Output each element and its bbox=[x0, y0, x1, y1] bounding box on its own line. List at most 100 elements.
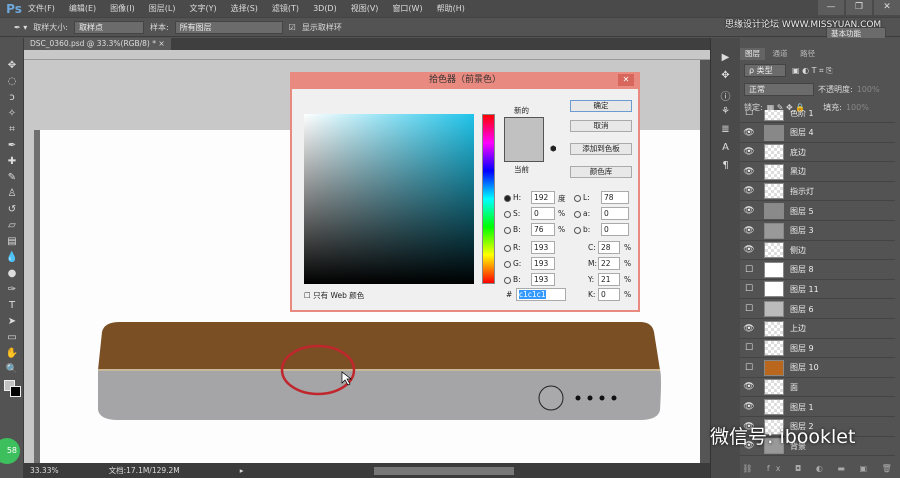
paragraph-icon[interactable]: ¶ bbox=[711, 160, 740, 178]
eye-icon[interactable]: 👁 bbox=[740, 186, 758, 196]
eye-icon[interactable]: 👁 bbox=[740, 324, 758, 334]
field-K-input[interactable]: 0 bbox=[598, 288, 620, 301]
visibility-box[interactable]: ☐ bbox=[740, 284, 758, 294]
eye-icon[interactable]: 👁 bbox=[740, 226, 758, 236]
adjust-icon[interactable]: ✥ bbox=[711, 70, 740, 88]
field-G-radio[interactable]: G: bbox=[504, 259, 521, 268]
history-brush-icon[interactable]: ↺ bbox=[0, 202, 24, 218]
field-R-input[interactable]: 193 bbox=[531, 241, 555, 254]
field-G-input[interactable]: 193 bbox=[531, 257, 555, 270]
crop-tool-icon[interactable]: ⌗ bbox=[0, 122, 24, 138]
blur-tool-icon[interactable]: 💧 bbox=[0, 250, 24, 266]
stamp-tool-icon[interactable]: ♙ bbox=[0, 186, 24, 202]
layer-row[interactable]: 👁 指示灯 bbox=[740, 182, 895, 202]
brush-presets-icon[interactable]: ⚘ bbox=[711, 106, 740, 124]
menu-select[interactable]: 选择(S) bbox=[231, 3, 258, 14]
layer-row[interactable]: ☐ 色阶 1 bbox=[740, 110, 895, 123]
field-Y-input[interactable]: 21 bbox=[598, 273, 620, 286]
eye-icon[interactable]: 👁 bbox=[740, 206, 758, 216]
path-select-icon[interactable]: ➤ bbox=[0, 314, 24, 330]
cube-warning-icon[interactable]: ⬢ bbox=[550, 144, 557, 153]
eyedropper-tool-icon[interactable]: ✒ bbox=[0, 138, 24, 154]
visibility-box[interactable]: ☐ bbox=[740, 343, 758, 353]
field-a-input[interactable]: 0 bbox=[601, 207, 629, 220]
menu-layer[interactable]: 图层(L) bbox=[149, 3, 176, 14]
layer-row[interactable]: ☐ 图层 10 bbox=[740, 359, 895, 378]
show-ring-checkbox[interactable]: ☑ bbox=[289, 23, 296, 32]
layer-row[interactable]: 👁 侧边 bbox=[740, 241, 895, 261]
field-S-input[interactable]: 0 bbox=[531, 207, 555, 220]
eye-icon[interactable]: 👁 bbox=[740, 402, 758, 412]
marquee-tool-icon[interactable]: ◌ bbox=[0, 74, 24, 90]
shape-tool-icon[interactable]: ▭ bbox=[0, 330, 24, 346]
visibility-box[interactable]: ☐ bbox=[740, 110, 758, 118]
layer-row[interactable]: 👁 底边 bbox=[740, 143, 895, 163]
field-b-radio[interactable]: b: bbox=[574, 225, 590, 234]
menu-image[interactable]: 图像(I) bbox=[110, 3, 135, 14]
eraser-tool-icon[interactable]: ▱ bbox=[0, 218, 24, 234]
layer-row[interactable]: 👁 黑边 bbox=[740, 163, 895, 182]
field-H-input[interactable]: 192 bbox=[531, 191, 555, 204]
hand-tool-icon[interactable]: ✋ bbox=[0, 346, 24, 362]
hue-slider[interactable] bbox=[482, 114, 495, 284]
status-menu-icon[interactable]: ▸ bbox=[240, 466, 244, 475]
lasso-tool-icon[interactable]: ↄ bbox=[0, 90, 24, 106]
vertical-scrollbar[interactable] bbox=[700, 60, 710, 463]
sample-select[interactable]: 所有图层 bbox=[174, 20, 283, 34]
field-Bl-input[interactable]: 193 bbox=[531, 273, 555, 286]
menu-view[interactable]: 视图(V) bbox=[351, 3, 379, 14]
dialog-close-button[interactable]: ✕ bbox=[618, 74, 634, 86]
layer-row[interactable]: 👁 图层 3 bbox=[740, 222, 895, 241]
minimize-button[interactable]: — bbox=[818, 0, 844, 15]
tab-paths[interactable]: 路径 bbox=[795, 48, 820, 60]
brush-tool-icon[interactable]: ✎ bbox=[0, 170, 24, 186]
magic-wand-tool-icon[interactable]: ✧ bbox=[0, 106, 24, 122]
menu-filter[interactable]: 滤镜(T) bbox=[272, 3, 299, 14]
healing-tool-icon[interactable]: ✚ bbox=[0, 154, 24, 170]
add-to-swatches-button[interactable]: 添加到色板 bbox=[570, 143, 632, 155]
field-C-input[interactable]: 28 bbox=[598, 241, 620, 254]
tab-layers[interactable]: 图层 bbox=[740, 48, 765, 60]
sample-size-select[interactable]: 取样点 bbox=[73, 20, 144, 34]
eye-icon[interactable]: 👁 bbox=[740, 382, 758, 392]
dodge-tool-icon[interactable]: ● bbox=[0, 266, 24, 282]
menu-window[interactable]: 窗口(W) bbox=[392, 3, 422, 14]
color-field[interactable] bbox=[304, 114, 474, 284]
eye-icon[interactable]: 👁 bbox=[740, 147, 758, 157]
layer-row[interactable]: ☐ 图层 9 bbox=[740, 339, 895, 359]
eye-icon[interactable]: 👁 bbox=[740, 167, 758, 177]
tab-close-icon[interactable]: × bbox=[158, 39, 164, 48]
filter-icons[interactable]: ▣ ◐ T ⌗ ⎘ bbox=[792, 66, 833, 76]
info-icon[interactable]: ⓘ bbox=[711, 88, 740, 106]
menu-edit[interactable]: 编辑(E) bbox=[69, 3, 96, 14]
color-swatches[interactable] bbox=[0, 378, 23, 404]
layer-row[interactable]: ☐ 图层 8 bbox=[740, 261, 895, 280]
layer-row[interactable]: 👁 图层 1 bbox=[740, 398, 895, 417]
eyedropper-icon[interactable]: ✒ ▾ bbox=[14, 23, 27, 32]
opacity-input[interactable]: 100% bbox=[857, 85, 880, 94]
layer-actions-icons[interactable]: ⛓ fx ◘ ◐ ▬ ▣ 🗑 bbox=[740, 464, 900, 478]
pen-tool-icon[interactable]: ✑ bbox=[0, 282, 24, 298]
gradient-tool-icon[interactable]: ▤ bbox=[0, 234, 24, 250]
field-b-input[interactable]: 0 bbox=[601, 223, 629, 236]
field-B-radio[interactable]: B: bbox=[504, 225, 521, 234]
color-libraries-button[interactable]: 颜色库 bbox=[570, 166, 632, 178]
eye-icon[interactable]: 👁 bbox=[740, 128, 758, 138]
play-icon[interactable]: ▶ bbox=[711, 52, 740, 70]
layer-row[interactable]: 👁 图层 4 bbox=[740, 124, 895, 143]
web-only-checkbox[interactable]: ☐ 只有 Web 颜色 bbox=[304, 290, 364, 301]
layer-row[interactable]: 👁 面 bbox=[740, 378, 895, 398]
ok-button[interactable]: 确定 bbox=[570, 100, 632, 112]
hex-input[interactable]: c1c1c1 bbox=[516, 288, 566, 301]
blend-mode-select[interactable]: 正常 bbox=[744, 83, 814, 96]
zoom-tool-icon[interactable]: 🔍 bbox=[0, 362, 24, 378]
field-L-input[interactable]: 78 bbox=[601, 191, 629, 204]
field-a-radio[interactable]: a: bbox=[574, 209, 590, 218]
field-Bl-radio[interactable]: B: bbox=[504, 275, 521, 284]
field-S-radio[interactable]: S: bbox=[504, 209, 520, 218]
close-button[interactable]: ✕ bbox=[874, 0, 900, 15]
layer-row[interactable]: ☐ 图层 6 bbox=[740, 300, 895, 319]
character-icon[interactable]: A bbox=[711, 142, 740, 160]
zoom-level[interactable]: 33.33% bbox=[30, 466, 59, 475]
move-tool-icon[interactable]: ✥ bbox=[0, 58, 24, 74]
